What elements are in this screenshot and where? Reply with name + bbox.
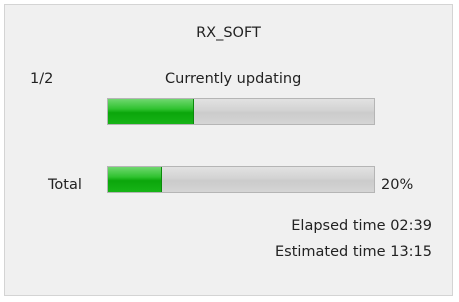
total-label: Total (48, 177, 82, 193)
elapsed-time: Elapsed time 02:39 (291, 218, 432, 234)
update-dialog: RX_SOFT 1/2 Currently updating Total 20%… (4, 4, 453, 296)
total-progress-fill (108, 167, 163, 192)
window-title: RX_SOFT (196, 25, 261, 41)
total-percent: 20% (381, 177, 414, 193)
status-text: Currently updating (165, 71, 302, 87)
step-counter: 1/2 (30, 71, 54, 87)
total-progress-bar (107, 166, 375, 193)
estimated-time: Estimated time 13:15 (274, 244, 432, 260)
current-progress-fill (108, 99, 195, 124)
current-progress-bar (107, 98, 375, 125)
